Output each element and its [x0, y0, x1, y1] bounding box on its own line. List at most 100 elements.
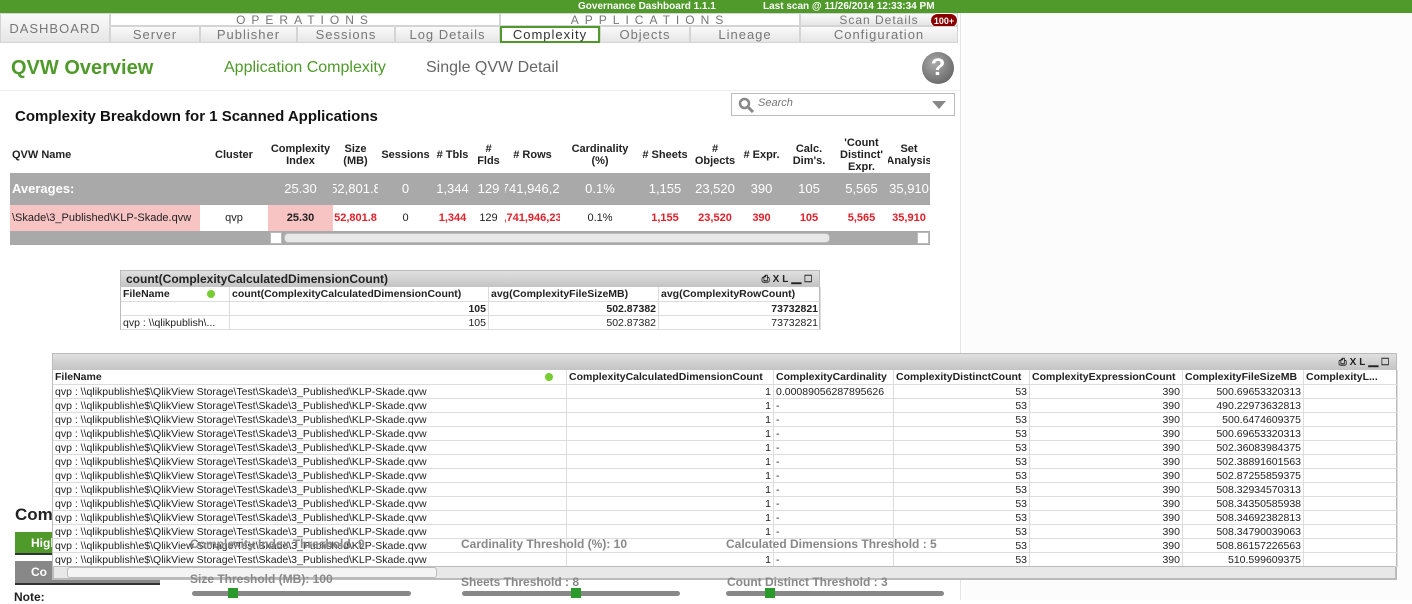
table-cell: [1304, 441, 1398, 455]
tab-objects[interactable]: Objects: [600, 26, 690, 43]
table-row[interactable]: qvp : \\qlikpublish\e$\QlikView Storage\…: [53, 483, 1398, 497]
subnav-application-complexity[interactable]: Application Complexity: [224, 59, 386, 77]
size-slider-handle[interactable]: [228, 588, 238, 598]
maximize-icon[interactable]: ☐: [1381, 357, 1392, 368]
column-header[interactable]: Complexity Index: [268, 138, 333, 172]
table-cell: 390: [1030, 455, 1183, 469]
tab-publisher[interactable]: Publisher: [200, 26, 297, 43]
column-header[interactable]: Calc. Dim's.: [783, 138, 835, 172]
table-row[interactable]: qvp : \\qlikpublish\e$\QlikView Storage\…: [53, 511, 1398, 525]
column-header[interactable]: FileName: [53, 370, 567, 385]
averages-cell: 1,155: [640, 173, 690, 205]
column-header[interactable]: ComplexityExpressionCount: [1030, 370, 1183, 385]
column-header[interactable]: Size (MB): [333, 138, 378, 172]
table-row[interactable]: qvp : \\qlikpublish\e$\QlikView Storage\…: [53, 427, 1398, 441]
column-header[interactable]: avg(ComplexityFileSizeMB): [489, 287, 659, 302]
page-title[interactable]: QVW Overview: [11, 57, 153, 80]
data-cell: 5,565: [847, 212, 876, 224]
column-header[interactable]: # Rows: [505, 138, 560, 172]
tab-log-details[interactable]: Log Details: [395, 26, 500, 43]
column-header[interactable]: 'Count Distinct' Expr.: [835, 138, 888, 172]
maximize-icon[interactable]: ☐: [804, 274, 815, 285]
table-cell: 390: [1030, 469, 1183, 483]
table-row[interactable]: qvp : \\qlikpublish\e$\QlikView Storage\…: [53, 469, 1398, 483]
column-header[interactable]: # Flds: [472, 138, 505, 172]
scroll-left-arrow[interactable]: [270, 232, 282, 244]
xl-export-icon[interactable]: XL: [1350, 357, 1369, 368]
table-cell: 508.34350585938: [1183, 497, 1304, 511]
column-header[interactable]: count(ComplexityCalculatedDimensionCount…: [230, 287, 489, 302]
column-header[interactable]: ComplexityCardinality: [774, 370, 894, 385]
table-row[interactable]: qvp : \\qlikpublish\e$\QlikView Storage\…: [53, 399, 1398, 413]
nav-dashboard[interactable]: DASHBOARD: [0, 13, 110, 43]
sheets-slider-handle[interactable]: [571, 588, 581, 598]
table-cell: qvp : \\qlikpublish\e$\QlikView Storage\…: [53, 399, 567, 413]
print-icon[interactable]: ⎙: [1339, 357, 1350, 368]
table-row[interactable]: qvp : \\qlikpublish\... 105 502.87382 73732…: [121, 316, 821, 330]
print-icon[interactable]: ⎙: [762, 274, 773, 285]
size-slider[interactable]: [192, 591, 411, 596]
table-cell: qvp : \\qlikpublish\e$\QlikView Storage\…: [53, 455, 567, 469]
table-cell: 53: [894, 399, 1030, 413]
minimize-icon[interactable]: ▁: [1368, 357, 1381, 368]
threshold-complexity-index: Complexity Index Threshold: 9: [190, 537, 365, 551]
data-cell: 0: [402, 212, 409, 224]
scroll-right-arrow[interactable]: [917, 232, 929, 244]
xl-export-icon[interactable]: XL: [773, 274, 792, 285]
column-header[interactable]: Cardinality (%): [560, 138, 640, 172]
column-header[interactable]: ComplexityL...: [1304, 370, 1398, 385]
column-header[interactable]: QVW Name: [10, 138, 200, 172]
column-header[interactable]: # Expr.: [740, 138, 783, 172]
search-input[interactable]: [758, 97, 928, 109]
column-header[interactable]: # Objects: [690, 138, 740, 172]
table-cell: -: [774, 483, 894, 497]
table-cell: [1304, 455, 1398, 469]
table-row[interactable]: qvp : \\qlikpublish\e$\QlikView Storage\…: [53, 553, 1398, 567]
table-cell: -: [774, 455, 894, 469]
column-header[interactable]: # Tbls: [433, 138, 472, 172]
count-distinct-slider-handle[interactable]: [765, 588, 775, 598]
column-header[interactable]: Cluster: [200, 138, 268, 172]
table-cell: qvp : \\qlikpublish\e$\QlikView Storage\…: [53, 497, 567, 511]
data-cell: qvp: [225, 212, 243, 224]
table-row[interactable]: 105 502.87382 73732821: [121, 302, 821, 316]
chevron-down-icon[interactable]: [932, 101, 946, 109]
table-row[interactable]: qvp : \\qlikpublish\e$\QlikView Storage\…: [53, 455, 1398, 469]
tab-server[interactable]: Server: [110, 26, 200, 43]
table-cell: 1: [567, 553, 774, 567]
data-cell: 0.1%: [587, 212, 613, 224]
tab-lineage[interactable]: Lineage: [690, 26, 800, 43]
averages-cell: 1,344: [433, 173, 472, 205]
column-header[interactable]: Sessions: [378, 138, 433, 172]
data-cell: 105: [799, 212, 819, 224]
table-caption-bar: count(ComplexityCalculatedDimensionCount…: [121, 271, 819, 287]
qvw-name-cell[interactable]: \Skade\3_Published\KLP-Skade.qvw: [10, 205, 200, 231]
column-header[interactable]: ComplexityFileSizeMB: [1183, 370, 1304, 385]
nav-configuration[interactable]: Configuration: [800, 26, 958, 43]
table-cell: [1304, 385, 1398, 399]
search-box[interactable]: [731, 93, 955, 116]
count-distinct-slider[interactable]: [726, 591, 944, 596]
column-header[interactable]: ComplexityCalculatedDimensionCount: [567, 370, 774, 385]
filter-indicator-icon[interactable]: [207, 290, 215, 298]
table-controls: ⎙XL▁☐: [762, 274, 815, 285]
data-cell: 23,520: [698, 212, 732, 224]
help-icon[interactable]: ?: [922, 52, 954, 84]
tab-complexity[interactable]: Complexity: [500, 26, 600, 43]
table-cell: qvp : \\qlikpublish\...: [121, 316, 230, 330]
data-cell: 7,741,946,232: [505, 212, 560, 224]
filter-indicator-icon[interactable]: [545, 373, 553, 381]
column-header[interactable]: avg(ComplexityRowCount): [659, 287, 821, 302]
table-row[interactable]: qvp : \\qlikpublish\e$\QlikView Storage\…: [53, 441, 1398, 455]
tab-sessions[interactable]: Sessions: [297, 26, 395, 43]
minimize-icon[interactable]: ▁: [791, 274, 804, 285]
table-row[interactable]: qvp : \\qlikpublish\e$\QlikView Storage\…: [53, 413, 1398, 427]
table-cell: 53: [894, 427, 1030, 441]
column-header[interactable]: Set Analysis: [888, 138, 930, 172]
horizontal-scrollbar[interactable]: [284, 233, 830, 243]
column-header[interactable]: # Sheets: [640, 138, 690, 172]
table-row[interactable]: qvp : \\qlikpublish\e$\QlikView Storage\…: [53, 385, 1398, 399]
column-header[interactable]: ComplexityDistinctCount: [894, 370, 1030, 385]
subnav-single-qvw-detail[interactable]: Single QVW Detail: [426, 59, 559, 77]
table-row[interactable]: qvp : \\qlikpublish\e$\QlikView Storage\…: [53, 497, 1398, 511]
